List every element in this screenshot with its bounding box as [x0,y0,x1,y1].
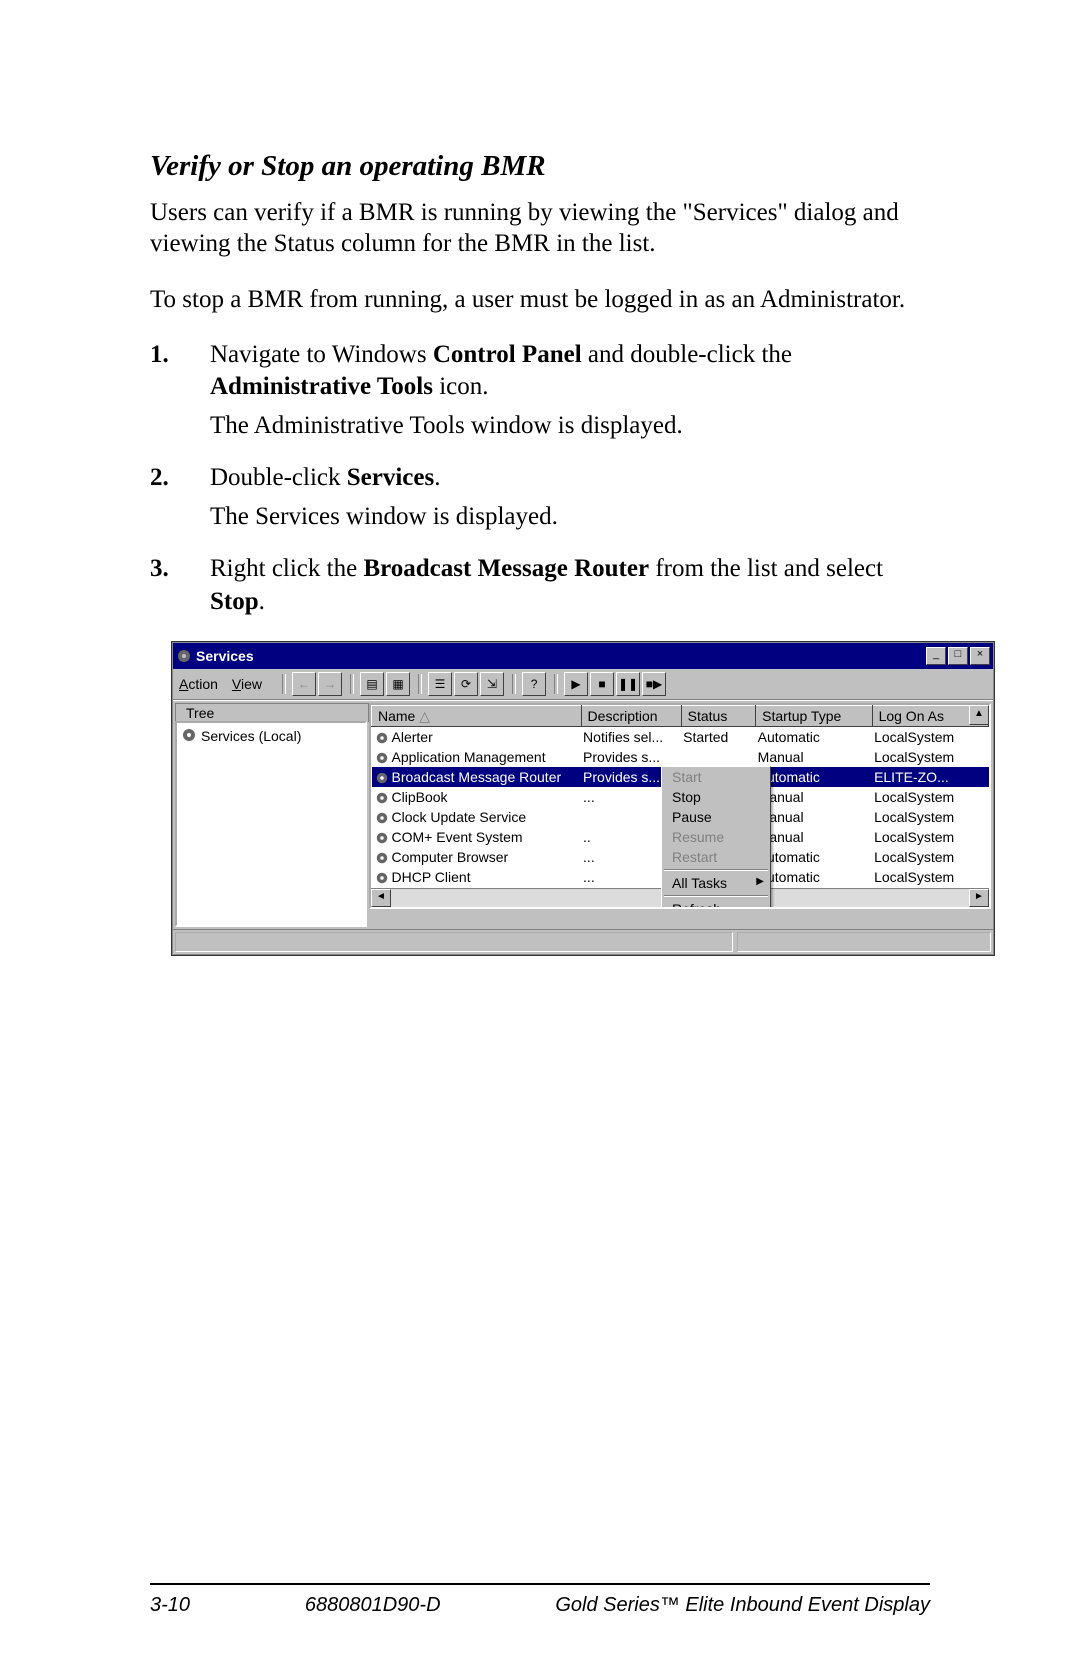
toolbar-button[interactable]: ▤ [360,672,384,696]
step-1: Navigate to Windows Control Panel and do… [150,339,930,443]
status-cell [737,932,992,952]
chevron-right-icon: ▶ [756,877,764,887]
bold-text: Administrative Tools [210,373,433,400]
titlebar[interactable]: Services _ □ × [173,643,993,669]
step-2-result: The Services window is displayed. [210,501,930,534]
col-description[interactable]: Description [581,706,681,727]
gear-icon [374,851,390,865]
pause-button[interactable]: ❚❚ [616,672,640,696]
tree-node-label: Services (Local) [201,729,301,743]
menu-stop[interactable]: Stop [662,787,770,807]
window-title: Services [196,649,926,663]
menu-restart[interactable]: Restart [662,847,770,867]
text: . [259,588,265,615]
col-startup-type[interactable]: Startup Type [756,706,872,727]
step-3: Right click the Broadcast Message Router… [150,553,930,618]
section-heading: Verify or Stop an operating BMR [150,150,930,183]
step-2: Double-click Services. The Services wind… [150,462,930,533]
document-number: 6880801D90-D [305,1594,441,1617]
menu-resume[interactable]: Resume [662,827,770,847]
gear-icon [374,791,390,805]
restart-button[interactable]: ■▶ [642,672,666,696]
menu-view[interactable]: View [232,677,262,691]
services-list[interactable]: ▲ Name △ Description Status Startup Type… [369,703,991,909]
back-button[interactable]: ← [292,672,316,696]
menu-separator [664,869,768,871]
toolbar-button[interactable]: ▦ [386,672,410,696]
table-row[interactable]: Application ManagementProvides s...Manua… [372,747,989,767]
scroll-left-button[interactable]: ◄ [371,889,391,907]
status-cell [175,932,733,952]
maximize-button[interactable]: □ [948,647,968,665]
menu-start[interactable]: Start [662,767,770,787]
play-button[interactable]: ▶ [564,672,588,696]
app-icon [176,648,192,664]
text: Right click the [210,555,363,582]
bold-text: Services [347,464,434,491]
gear-icon [181,727,197,745]
separator [554,674,558,694]
separator [418,674,422,694]
gear-icon [374,731,390,745]
export-button[interactable]: ⇲ [480,672,504,696]
gear-icon [374,751,390,765]
separator [512,674,516,694]
step-1-result: The Administrative Tools window is displ… [210,410,930,443]
close-button[interactable]: × [970,647,990,665]
page-footer: 3-10 6880801D90-D Gold Series™ Elite Inb… [150,1594,930,1617]
intro-paragraph-1: Users can verify if a BMR is running by … [150,197,930,260]
statusbar [173,929,993,954]
stop-button[interactable]: ■ [590,672,614,696]
gear-icon [374,871,390,885]
text: icon. [433,373,489,400]
gear-icon [374,811,390,825]
separator [350,674,354,694]
page-number: 3-10 [150,1594,190,1617]
gear-icon [374,771,390,785]
text: Double-click [210,464,347,491]
properties-button[interactable]: ☰ [428,672,452,696]
minimize-button[interactable]: _ [926,647,946,665]
separator [282,674,286,694]
bold-text: Stop [210,588,259,615]
text: Navigate to Windows [210,341,433,368]
refresh-button[interactable]: ⟳ [454,672,478,696]
menu-pause[interactable]: Pause [662,807,770,827]
text: from the list and select [649,555,883,582]
product-name: Gold Series™ Elite Inbound Event Display [555,1594,930,1617]
help-button[interactable]: ? [522,672,546,696]
context-menu: Start Stop Pause Resume Restart All Task… [661,766,771,909]
scroll-up-button[interactable]: ▲ [969,705,989,725]
menu-all-tasks[interactable]: All Tasks▶ [662,873,770,893]
scroll-right-button[interactable]: ► [969,889,989,907]
gear-icon [374,831,390,845]
tree-pane[interactable]: Services (Local) [175,721,367,927]
menubar: Action View ← → ▤ ▦ ☰ ⟳ ⇲ ? ▶ ■ ❚❚ ■▶ [173,669,993,700]
forward-button[interactable]: → [318,672,342,696]
intro-paragraph-2: To stop a BMR from running, a user must … [150,284,930,315]
table-header-row: Name △ Description Status Startup Type L… [372,706,989,727]
text: . [434,464,440,491]
table-row[interactable]: AlerterNotifies sel...StartedAutomaticLo… [372,727,989,748]
bold-text: Control Panel [433,341,582,368]
footer-rule [150,1583,930,1585]
services-window: Services _ □ × Action View ← → ▤ ▦ ☰ ⟳ ⇲… [172,642,994,955]
col-status[interactable]: Status [681,706,756,727]
tree-tab[interactable]: Tree [175,703,369,722]
text: and double-click the [582,341,792,368]
menu-separator [664,895,768,897]
menu-action[interactable]: Action [179,677,218,691]
tree-node-services-local[interactable]: Services (Local) [181,727,361,745]
col-name[interactable]: Name △ [372,706,582,727]
steps-list: Navigate to Windows Control Panel and do… [150,339,930,619]
table-row[interactable]: Distributed File System...StartedAutomat… [372,907,989,909]
bold-text: Broadcast Message Router [363,555,649,582]
